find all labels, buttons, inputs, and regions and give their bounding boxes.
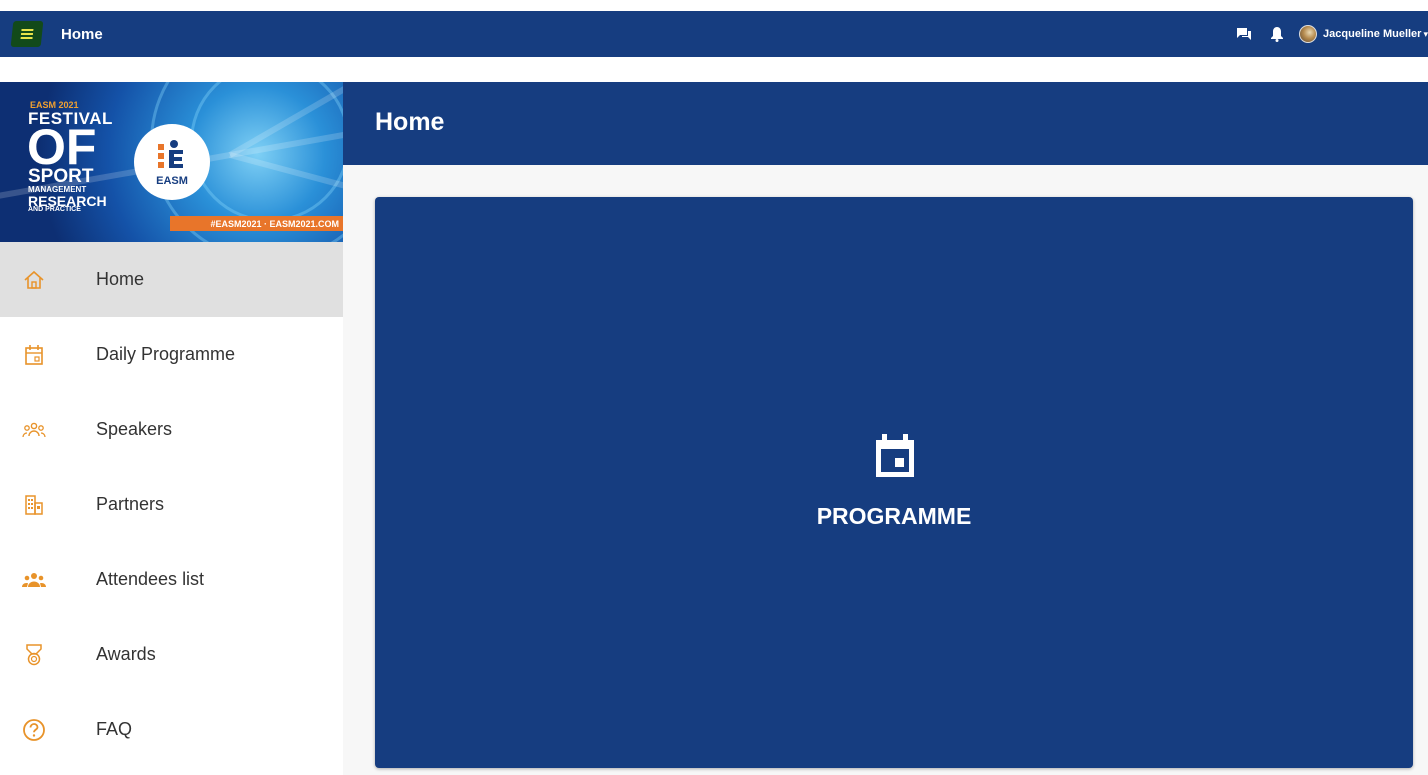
banner-practice: AND PRACTICE [28, 206, 81, 213]
programme-card[interactable]: PROGRAMME [375, 197, 1413, 768]
event-banner: EASM 2021 FESTIVAL OF SPORT MANAGEMENT R… [0, 82, 343, 242]
sidebar-item-home[interactable]: Home [0, 242, 343, 317]
chat-button[interactable] [1233, 23, 1255, 45]
sidebar-item-faq[interactable]: FAQ [0, 692, 343, 767]
medal-icon [22, 643, 46, 667]
bell-icon [1271, 27, 1284, 42]
sidebar-item-label: Daily Programme [96, 344, 236, 364]
building-icon [22, 493, 46, 517]
sidebar-item-label: Attendees list [96, 569, 205, 589]
sidebar-item-label: Speakers [96, 419, 173, 439]
easm-logo-mark [158, 139, 183, 168]
easm-logo-text: EASM [156, 174, 188, 187]
sidebar: EASM 2021 FESTIVAL OF SPORT MANAGEMENT R… [0, 82, 343, 775]
user-name[interactable]: Jacqueline Mueller [1323, 28, 1421, 40]
help-icon [22, 718, 46, 742]
chat-icon [1237, 28, 1252, 40]
app-bar-title: Home [61, 26, 103, 43]
group-icon [22, 568, 46, 592]
notifications-button[interactable] [1266, 23, 1288, 45]
programme-card-label: PROGRAMME [816, 503, 972, 529]
speakers-icon [22, 418, 46, 442]
sidebar-item-label: FAQ [96, 719, 133, 739]
main-content: Home PROGRAMME [343, 82, 1428, 775]
sidebar-item-daily-programme[interactable]: Daily Programme [0, 317, 343, 392]
user-toolbar: Jacqueline Mueller ▾ [1233, 23, 1428, 45]
sidebar-item-label: Awards [96, 644, 156, 664]
home-icon [22, 268, 46, 292]
banner-hashtag: #EASM2021 · EASM2021.COM [170, 216, 343, 231]
sidebar-item-label: Home [96, 269, 145, 289]
sidebar-item-speakers[interactable]: Speakers [0, 392, 343, 467]
menu-button[interactable] [10, 21, 44, 47]
sidebar-item-partners[interactable]: Partners [0, 467, 343, 542]
sidebar-item-awards[interactable]: Awards [0, 617, 343, 692]
calendar-event-icon [876, 434, 914, 477]
top-app-bar: Home Jacqueline Mueller ▾ [0, 11, 1428, 57]
chevron-down-icon[interactable]: ▾ [1423, 29, 1428, 40]
banner-of: OF [27, 119, 97, 175]
calendar-icon [22, 343, 46, 367]
sidebar-item-attendees-list[interactable]: Attendees list [0, 542, 343, 617]
page-header: Home [343, 82, 1428, 165]
sidebar-item-label: Partners [96, 494, 165, 514]
menu-icon [20, 29, 34, 39]
page-title: Home [375, 108, 445, 136]
easm-logo: EASM [134, 124, 210, 200]
avatar[interactable] [1299, 25, 1318, 43]
